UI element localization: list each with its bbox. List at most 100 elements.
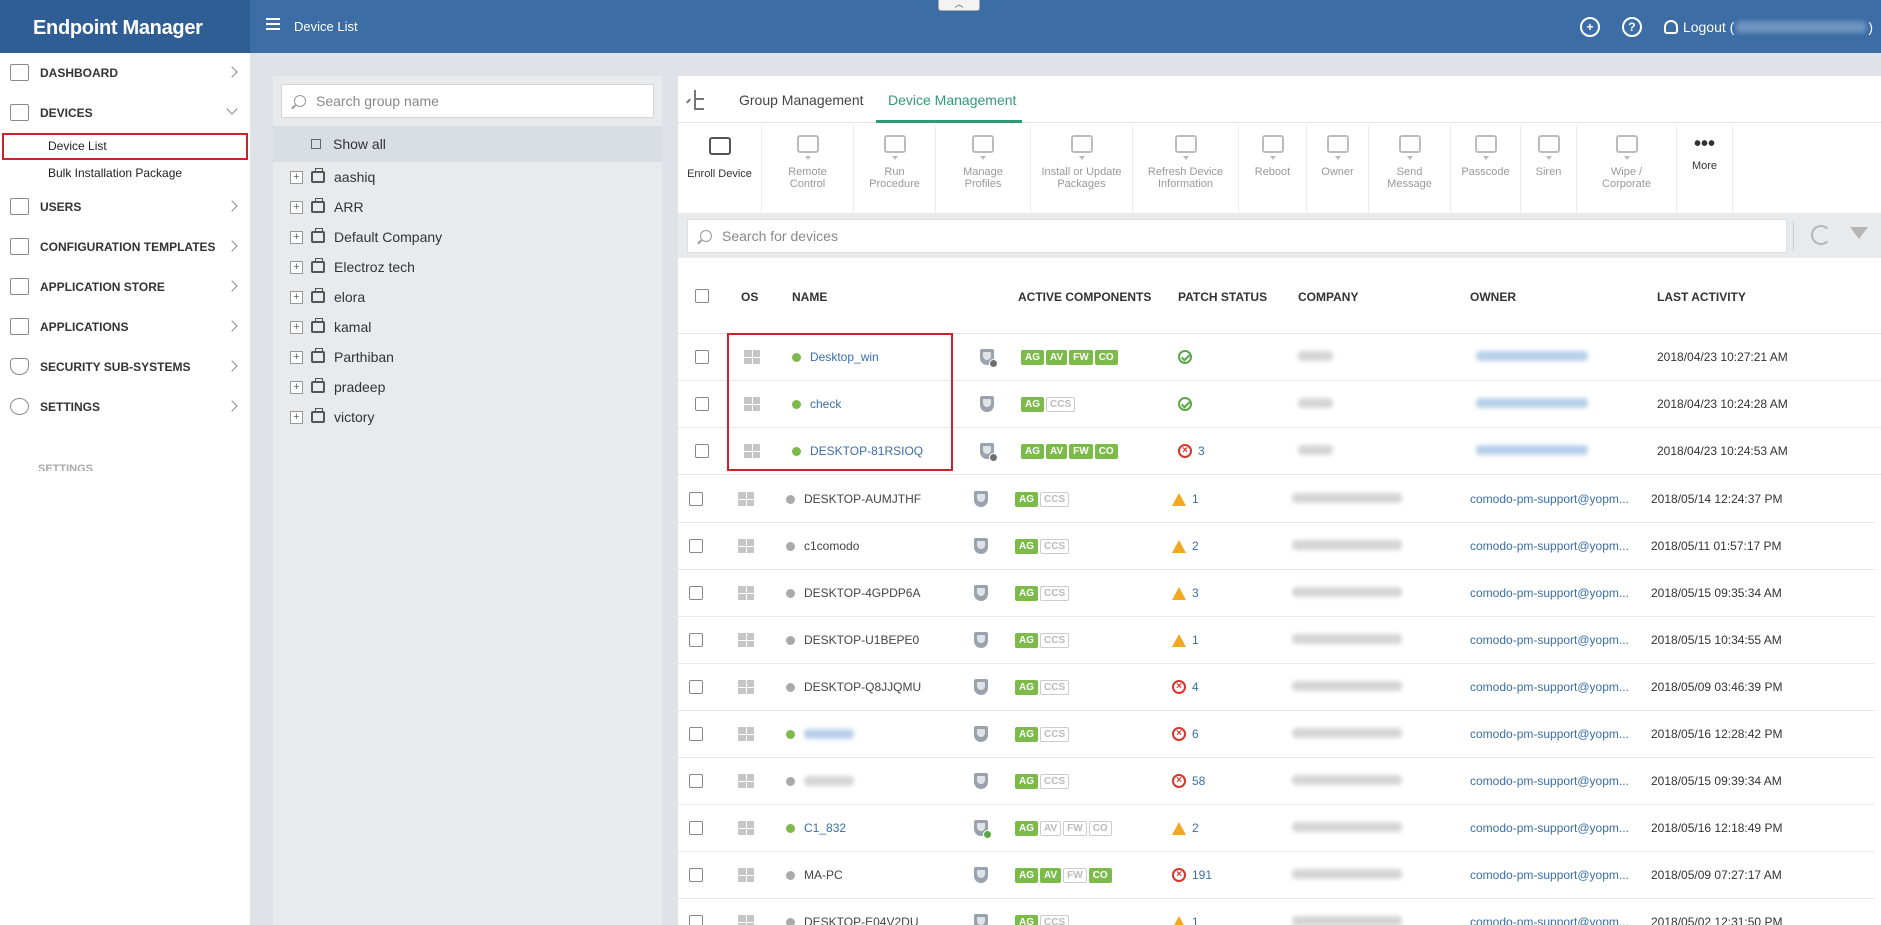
help-icon[interactable]: ?: [1621, 16, 1642, 37]
table-row[interactable]: DESKTOP-AUMJTHF AG CCS 1 comodo-pm-support@y…: [672, 476, 1875, 523]
row-checkbox[interactable]: [689, 915, 703, 925]
row-checkbox[interactable]: [695, 350, 709, 364]
device-name[interactable]: DESKTOP-Q8JJQMU: [804, 680, 921, 694]
row-checkbox[interactable]: [689, 727, 703, 741]
tab-group-management[interactable]: Group Management: [739, 92, 864, 108]
owner-link[interactable]: comodo-pm-support@yopm...: [1470, 680, 1629, 694]
redacted-device-name[interactable]: [804, 729, 854, 739]
table-row[interactable]: Desktop_win AG AV FW CO 2018/04/23 10:27:21 A…: [678, 334, 1881, 381]
group-item[interactable]: + aashiq: [273, 162, 662, 192]
table-row[interactable]: DESKTOP-E04V2DU AG CCS 1 comodo-pm-support@y…: [672, 899, 1875, 925]
tool-reboot[interactable]: Reboot: [1239, 125, 1307, 213]
row-checkbox[interactable]: [689, 539, 703, 553]
row-checkbox[interactable]: [689, 821, 703, 835]
table-row[interactable]: MA-PC AG AV FW CO × 191 comodo-pm-support@yopm.…: [672, 852, 1875, 899]
tool-refresh-device-information[interactable]: Refresh Device Information: [1133, 125, 1239, 213]
table-row[interactable]: DESKTOP-4GPDP6A AG CCS 3 comodo-pm-support@y…: [672, 570, 1875, 617]
expand-icon[interactable]: +: [290, 290, 303, 304]
group-item[interactable]: + ARR: [273, 192, 662, 222]
group-item[interactable]: + elora: [273, 282, 662, 312]
collapse-tree-icon[interactable]: [686, 90, 706, 112]
tool-wipe-corporate[interactable]: Wipe / Corporate: [1577, 125, 1677, 213]
patch-status[interactable]: × 191: [1172, 868, 1212, 882]
row-checkbox[interactable]: [695, 397, 709, 411]
device-name[interactable]: Desktop_win: [810, 350, 879, 364]
column-patch-status[interactable]: PATCH STATUS: [1178, 290, 1267, 304]
table-row[interactable]: AG CCS × 6 comodo-pm-support@yopm... 2018/05/…: [672, 711, 1875, 758]
owner-link[interactable]: comodo-pm-support@yopm...: [1470, 539, 1629, 553]
device-name[interactable]: DESKTOP-4GPDP6A: [804, 586, 920, 600]
nav-bulk-installation[interactable]: Bulk Installation Package: [0, 160, 250, 187]
patch-status[interactable]: 1: [1172, 633, 1199, 647]
tool-run-procedure[interactable]: Run Procedure: [854, 125, 936, 213]
hamburger-menu-icon[interactable]: [266, 18, 280, 32]
row-checkbox[interactable]: [689, 774, 703, 788]
tool-remote-control[interactable]: Remote Control: [762, 125, 854, 213]
owner-link[interactable]: comodo-pm-support@yopm...: [1470, 821, 1629, 835]
column-last-activity[interactable]: LAST ACTIVITY: [1657, 290, 1746, 304]
patch-status[interactable]: 2: [1172, 821, 1199, 835]
tool-send-message[interactable]: Send Message: [1369, 125, 1451, 213]
group-item[interactable]: + Electroz tech: [273, 252, 662, 282]
nav-security-sub-systems[interactable]: SECURITY SUB-SYSTEMS: [0, 347, 250, 387]
expand-icon[interactable]: +: [290, 410, 303, 424]
owner-link[interactable]: comodo-pm-support@yopm...: [1470, 633, 1629, 647]
select-all-checkbox[interactable]: [695, 289, 709, 303]
logout-link[interactable]: Logout ( ): [1663, 19, 1873, 35]
column-owner[interactable]: OWNER: [1470, 290, 1516, 304]
group-search-input[interactable]: [316, 93, 653, 109]
row-checkbox[interactable]: [689, 633, 703, 647]
device-name[interactable]: check: [810, 397, 841, 411]
table-row[interactable]: check AG CCS 2018/04/23 10:24:28 AM: [678, 381, 1881, 428]
device-name[interactable]: C1_832: [804, 821, 846, 835]
tool-manage-profiles[interactable]: Manage Profiles: [936, 125, 1031, 213]
expand-icon[interactable]: +: [290, 170, 303, 184]
table-row[interactable]: DESKTOP-U1BEPE0 AG CCS 1 comodo-pm-support@y…: [672, 617, 1875, 664]
redacted-owner[interactable]: [1476, 398, 1588, 408]
expand-icon[interactable]: +: [290, 350, 303, 364]
nav-users[interactable]: USERS: [0, 187, 250, 227]
expand-icon[interactable]: +: [290, 260, 303, 274]
group-item[interactable]: + pradeep: [273, 372, 662, 402]
nav-settings[interactable]: SETTINGS: [0, 387, 250, 427]
tab-device-management[interactable]: Device Management: [888, 92, 1016, 108]
owner-link[interactable]: comodo-pm-support@yopm...: [1470, 586, 1629, 600]
table-row[interactable]: C1_832 AG AV FW CO 2 comodo-pm-support@yopm...…: [672, 805, 1875, 852]
redacted-owner[interactable]: [1476, 351, 1588, 361]
patch-status[interactable]: [1178, 397, 1198, 411]
tool-enroll-device[interactable]: Enroll Device: [678, 125, 762, 213]
column-company[interactable]: COMPANY: [1298, 290, 1358, 304]
refresh-icon[interactable]: [1811, 225, 1831, 245]
nav-application-store[interactable]: APPLICATION STORE: [0, 267, 250, 307]
tool-more[interactable]: ••• More: [1677, 125, 1733, 213]
group-item[interactable]: + Default Company: [273, 222, 662, 252]
patch-status[interactable]: 1: [1172, 915, 1199, 925]
filter-icon[interactable]: [1850, 227, 1868, 239]
patch-status[interactable]: × 6: [1172, 727, 1199, 741]
row-checkbox[interactable]: [689, 586, 703, 600]
device-name[interactable]: DESKTOP-81RSIOQ: [810, 444, 923, 458]
tool-install-or-update-packages[interactable]: Install or Update Packages: [1031, 125, 1133, 213]
group-item[interactable]: + victory: [273, 402, 662, 432]
group-item[interactable]: + Parthiban: [273, 342, 662, 372]
show-all-groups[interactable]: Show all: [273, 126, 662, 162]
patch-status[interactable]: × 58: [1172, 774, 1205, 788]
nav-configuration-templates[interactable]: CONFIGURATION TEMPLATES: [0, 227, 250, 267]
expand-icon[interactable]: +: [290, 230, 303, 244]
group-item[interactable]: + kamal: [273, 312, 662, 342]
owner-link[interactable]: comodo-pm-support@yopm...: [1470, 868, 1629, 882]
row-checkbox[interactable]: [689, 868, 703, 882]
device-search-input[interactable]: [722, 228, 1786, 244]
patch-status[interactable]: × 3: [1178, 444, 1205, 458]
device-name[interactable]: DESKTOP-AUMJTHF: [804, 492, 921, 506]
add-circle-icon[interactable]: +: [1579, 16, 1600, 37]
tool-passcode[interactable]: Passcode: [1451, 125, 1521, 213]
expand-icon[interactable]: +: [290, 320, 303, 334]
patch-status[interactable]: × 4: [1172, 680, 1199, 694]
owner-link[interactable]: comodo-pm-support@yopm...: [1470, 492, 1629, 506]
redacted-device-name[interactable]: [804, 776, 854, 786]
tool-siren[interactable]: Siren: [1521, 125, 1577, 213]
owner-link[interactable]: comodo-pm-support@yopm...: [1470, 774, 1629, 788]
device-name[interactable]: DESKTOP-E04V2DU: [804, 915, 919, 925]
column-active-components[interactable]: ACTIVE COMPONENTS: [1018, 290, 1151, 304]
